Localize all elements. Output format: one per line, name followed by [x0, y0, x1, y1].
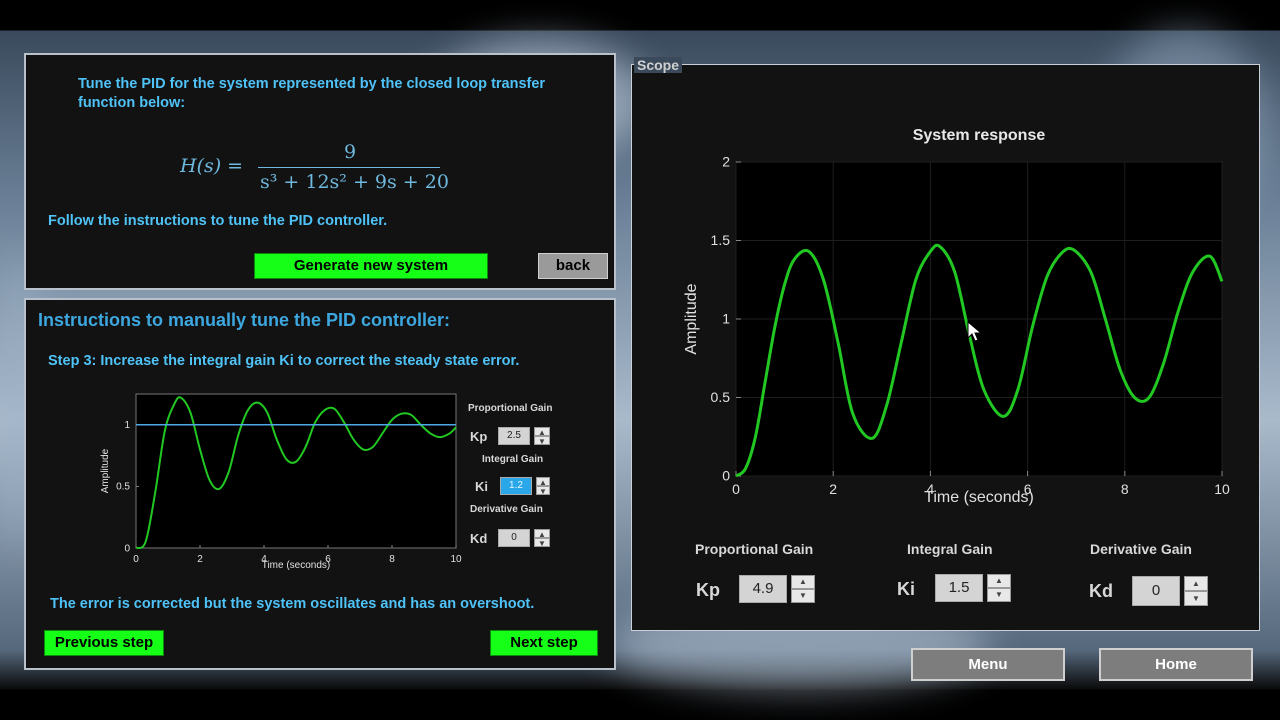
x-tick-label: 0	[133, 554, 139, 565]
small-i-title: Integral Gain	[482, 454, 544, 465]
step-text: Step 3: Increase the integral gain Ki to…	[48, 353, 520, 369]
small-ki-value[interactable]: 1.2	[500, 477, 532, 495]
y-tick-label: 0	[124, 543, 130, 554]
small-kp-down[interactable]: ▼	[534, 436, 550, 446]
intro-text: Tune the PID for the system represented …	[78, 76, 546, 111]
x-tick-label: 2	[829, 481, 837, 497]
small-p-title: Proportional Gain	[468, 403, 553, 414]
mouse-cursor-icon	[967, 321, 983, 342]
tf-lhs: H(s) =	[180, 155, 244, 177]
y-tick-label: 0.5	[711, 389, 731, 405]
small-kd-up[interactable]: ▲	[534, 529, 550, 539]
instructions-title: Instructions to manually tune the PID co…	[38, 310, 451, 330]
scope-kp-value[interactable]: 4.9	[739, 575, 787, 603]
small-ki-down[interactable]: ▼	[536, 486, 550, 496]
scope-kd-value[interactable]: 0	[1132, 576, 1180, 606]
menu-button[interactable]: Menu	[911, 648, 1065, 681]
follow-text: Follow the instructions to tune the PID …	[48, 213, 388, 229]
x-tick-label: 10	[1214, 481, 1230, 497]
y-tick-label: 1	[124, 420, 130, 431]
small-kp-label: Kp	[470, 429, 488, 444]
x-axis-label: Time (seconds)	[262, 560, 331, 571]
system-response-chart: 0 2 4 6 8 1000.511.52System responseTime (sec…	[683, 127, 1230, 506]
y-tick-label: 1	[722, 311, 730, 327]
scope-ki-value[interactable]: 1.5	[935, 574, 983, 602]
step-response-chart: 0 2 4 6 8 1000.51Time (seconds)Amplitude	[100, 393, 462, 571]
home-button[interactable]: Home	[1099, 648, 1253, 681]
small-kp-value[interactable]: 2.5	[498, 427, 530, 445]
small-kp-stepper[interactable]: 2.5 ▲ ▼	[498, 427, 554, 446]
y-tick-label: 0.5	[116, 482, 130, 493]
plot-area	[135, 393, 457, 549]
scope-ki-label: Ki	[897, 579, 915, 599]
scope-d-title: Derivative Gain	[1090, 541, 1192, 557]
system-panel: Tune the PID for the system represented …	[24, 53, 616, 290]
small-d-title: Derivative Gain	[470, 504, 543, 515]
x-tick-label: 8	[1121, 481, 1129, 497]
small-kp-up[interactable]: ▲	[534, 427, 550, 437]
generate-system-button[interactable]: Generate new system	[254, 253, 488, 279]
scope-label: Scope	[634, 57, 683, 73]
scope-kp-up[interactable]: ▲	[791, 575, 815, 589]
scope-kd-stepper[interactable]: 0 ▲ ▼	[1132, 576, 1212, 606]
scope-kd-up[interactable]: ▲	[1184, 576, 1208, 591]
instructions-panel: Instructions to manually tune the PID co…	[24, 298, 616, 670]
scope-kp-down[interactable]: ▼	[791, 589, 815, 603]
scope-ki-stepper[interactable]: 1.5 ▲ ▼	[935, 574, 1015, 602]
small-kd-stepper[interactable]: 0 ▲ ▼	[498, 529, 554, 548]
x-tick-label: 0	[732, 481, 740, 497]
scope-ki-down[interactable]: ▼	[987, 588, 1011, 602]
next-step-button[interactable]: Next step	[490, 630, 598, 656]
tf-numerator: 9	[344, 141, 357, 163]
small-kd-label: Kd	[470, 531, 488, 546]
x-axis-label: Time (seconds)	[924, 489, 1034, 506]
scope-kp-stepper[interactable]: 4.9 ▲ ▼	[739, 575, 819, 603]
small-ki-up[interactable]: ▲	[536, 477, 550, 487]
small-ki-stepper[interactable]: 1.2 ▲ ▼	[500, 477, 556, 496]
scope-kd-down[interactable]: ▼	[1184, 591, 1208, 606]
x-tick-label: 8	[389, 554, 395, 565]
x-tick-label: 2	[197, 554, 203, 565]
scope-panel: Scope 0 2 4 6 8 10 0 0.5 1 1.5 2 System response Tim…	[631, 57, 1260, 631]
chart-title: System response	[913, 127, 1046, 144]
scope-kd-label: Kd	[1089, 581, 1113, 601]
small-ki-label: Ki	[475, 479, 488, 494]
x-tick-label: 10	[450, 554, 462, 565]
scope-p-title: Proportional Gain	[695, 541, 814, 557]
previous-step-button[interactable]: Previous step	[44, 630, 164, 656]
transfer-function: H(s) = 9 s³ + 12s² + 9s + 20	[180, 139, 450, 199]
tf-fraction-bar	[258, 167, 440, 168]
back-button[interactable]: back	[538, 253, 608, 279]
scope-kp-label: Kp	[696, 580, 720, 600]
y-tick-label: 0	[722, 468, 730, 484]
tf-denominator: s³ + 12s² + 9s + 20	[260, 171, 449, 193]
y-tick-label: 1.5	[711, 232, 731, 248]
y-axis-label: Amplitude	[683, 283, 700, 354]
y-tick-label: 2	[722, 154, 730, 170]
scope-i-title: Integral Gain	[907, 541, 993, 557]
result-text: The error is corrected but the system os…	[50, 596, 535, 612]
small-kd-value[interactable]: 0	[498, 529, 530, 547]
scope-ki-up[interactable]: ▲	[987, 574, 1011, 588]
small-kd-down[interactable]: ▼	[534, 538, 550, 548]
y-axis-label: Amplitude	[100, 448, 111, 493]
